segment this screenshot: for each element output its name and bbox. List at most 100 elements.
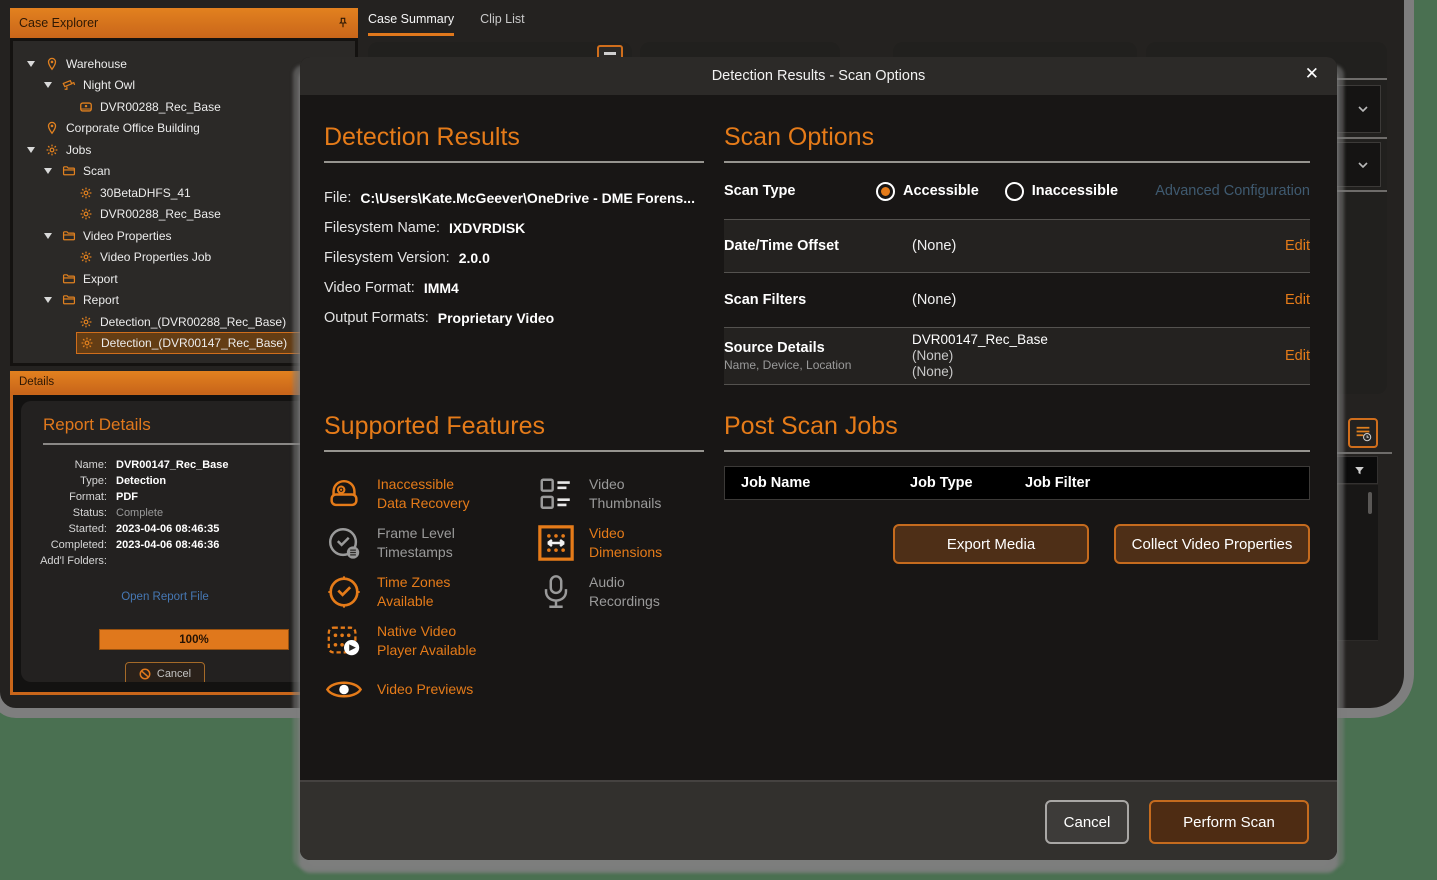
tab-case-summary[interactable]: Case Summary (368, 12, 454, 36)
details-body: Report Details Name:DVR00147_Rec_BaseTyp… (10, 392, 320, 695)
field-row: Video Format:IMM4 (324, 273, 704, 303)
field-row: Status:Complete (21, 505, 309, 521)
microphone-icon (536, 573, 576, 611)
player-grid-icon (324, 622, 364, 660)
field-value: C:\Users\Kate.McGeever\OneDrive - DME Fo… (360, 190, 695, 206)
expander-icon[interactable] (44, 297, 52, 303)
feature-label: Audio Recordings (589, 573, 660, 611)
post-scan-jobs-table-header: Job Name Job Type Job Filter (724, 466, 1310, 500)
gear-icon (79, 336, 95, 351)
scan-options-section: Scan Options Scan Type Accessible Inacce… (724, 123, 1310, 385)
details-header[interactable]: Details (10, 371, 320, 393)
field-value: 2.0.0 (459, 250, 490, 266)
export-media-button[interactable]: Export Media (893, 524, 1089, 564)
tree-item-label: DVR00288_Rec_Base (100, 207, 221, 221)
date-time-offset-label: Date/Time Offset (724, 238, 912, 254)
case-explorer-header[interactable]: Case Explorer (10, 8, 358, 38)
date-time-offset-edit-link[interactable]: Edit (1285, 238, 1310, 254)
feature-audio-recordings: Audio Recordings (536, 567, 662, 616)
field-label: Filesystem Version: (324, 250, 450, 266)
detection-results-section: Detection Results File:C:\Users\Kate.McG… (324, 123, 704, 333)
collect-video-properties-button[interactable]: Collect Video Properties (1114, 524, 1310, 564)
source-details-sublabel: Name, Device, Location (724, 358, 912, 372)
report-clock-icon (1354, 424, 1372, 442)
report-details-heading: Report Details (43, 415, 309, 435)
feature-video-previews: Video Previews (324, 665, 536, 714)
tree-item-label: Export (83, 272, 118, 286)
gear-icon (78, 314, 94, 329)
case-explorer-title: Case Explorer (19, 16, 337, 30)
feature-label: Time Zones Available (377, 573, 450, 611)
tree-item-label: Report (83, 293, 119, 307)
column-job-name: Job Name (725, 475, 910, 491)
field-label: Format: (21, 491, 107, 503)
radio-accessible-button[interactable] (876, 182, 895, 201)
report-options-icon[interactable] (1348, 418, 1378, 448)
column-job-type: Job Type (910, 475, 1025, 491)
dialog-titlebar[interactable]: Detection Results - Scan Options ✕ (300, 57, 1337, 95)
post-scan-jobs-section: Post Scan Jobs Job Name Job Type Job Fil… (724, 412, 1310, 564)
field-label: Name: (21, 459, 107, 471)
source-details-values: DVR00147_Rec_Base (None) (None) (912, 332, 1048, 380)
tab-clip-list[interactable]: Clip List (480, 12, 524, 36)
scan-filters-row: Scan Filters (None) Edit (724, 273, 1310, 327)
field-row: Type:Detection (21, 473, 309, 489)
report-progress-bar: 100% (99, 629, 289, 650)
filter-funnel-icon (1354, 465, 1365, 476)
advanced-configuration-link[interactable]: Advanced Configuration (1155, 183, 1310, 199)
radio-accessible-label: Accessible (903, 183, 979, 199)
feature-video-thumbnails: Video Thumbnails (536, 469, 662, 518)
report-cancel-button[interactable]: Cancel (125, 662, 205, 682)
folder-icon (61, 228, 77, 243)
field-label: Video Format: (324, 280, 415, 296)
chevron-down-icon (1358, 162, 1368, 168)
expander-icon[interactable] (44, 168, 52, 174)
tree-item-label: Detection_(DVR00147_Rec_Base) (101, 336, 287, 350)
thumbnails-icon (536, 475, 576, 513)
folder-icon (61, 293, 77, 308)
radio-inaccessible-button[interactable] (1005, 182, 1024, 201)
chevron-down-icon (1358, 106, 1368, 112)
feature-inaccessible-data-recovery: Inaccessible Data Recovery (324, 469, 536, 518)
gear-icon (44, 142, 60, 157)
field-row: Completed:2023-04-06 08:46:36 (21, 537, 309, 553)
scan-filters-edit-link[interactable]: Edit (1285, 292, 1310, 308)
scan-filters-label: Scan Filters (724, 292, 912, 308)
feature-label: Native Video Player Available (377, 622, 476, 660)
camera-icon (61, 78, 77, 93)
feature-label: Frame Level Timestamps (377, 524, 455, 562)
source-details-edit-link[interactable]: Edit (1285, 348, 1310, 364)
expander-icon[interactable] (44, 82, 52, 88)
clock-check-icon (324, 573, 364, 611)
feature-label: Video Previews (377, 680, 473, 699)
details-title: Details (19, 376, 311, 388)
details-panel: Details Report Details Name:DVR00147_Rec… (10, 371, 320, 695)
radio-inaccessible[interactable]: Inaccessible (1005, 182, 1118, 201)
expander-icon[interactable] (27, 147, 35, 153)
divider (324, 161, 704, 163)
close-icon[interactable]: ✕ (1305, 65, 1319, 82)
perform-scan-button[interactable]: Perform Scan (1149, 800, 1309, 844)
field-label: Output Formats: (324, 310, 429, 326)
open-report-file-link[interactable]: Open Report File (21, 591, 309, 603)
field-value: Complete (116, 507, 163, 519)
tree-item-label: Detection_(DVR00288_Rec_Base) (100, 315, 286, 329)
radio-accessible[interactable]: Accessible (876, 182, 979, 201)
eye-icon (324, 677, 364, 702)
cancel-button[interactable]: Cancel (1045, 800, 1129, 844)
field-label: Filesystem Name: (324, 220, 440, 236)
tree-item-label: Corporate Office Building (66, 121, 200, 135)
pin-icon[interactable] (337, 17, 349, 29)
tree-item-label: Jobs (66, 143, 91, 157)
tree-item-label: Scan (83, 164, 110, 178)
field-row: Filesystem Name:IXDVRDISK (324, 213, 704, 243)
source-location-value: (None) (912, 364, 1048, 380)
expander-icon[interactable] (27, 61, 35, 67)
data-recovery-icon (324, 475, 364, 513)
expander-icon[interactable] (44, 233, 52, 239)
field-label: File: (324, 190, 351, 206)
scrollbar-thumb[interactable] (1368, 492, 1372, 514)
divider (43, 443, 309, 445)
scan-type-row: Scan Type Accessible Inaccessible Advanc… (724, 163, 1310, 219)
dialog-footer: Cancel Perform Scan (300, 780, 1337, 860)
